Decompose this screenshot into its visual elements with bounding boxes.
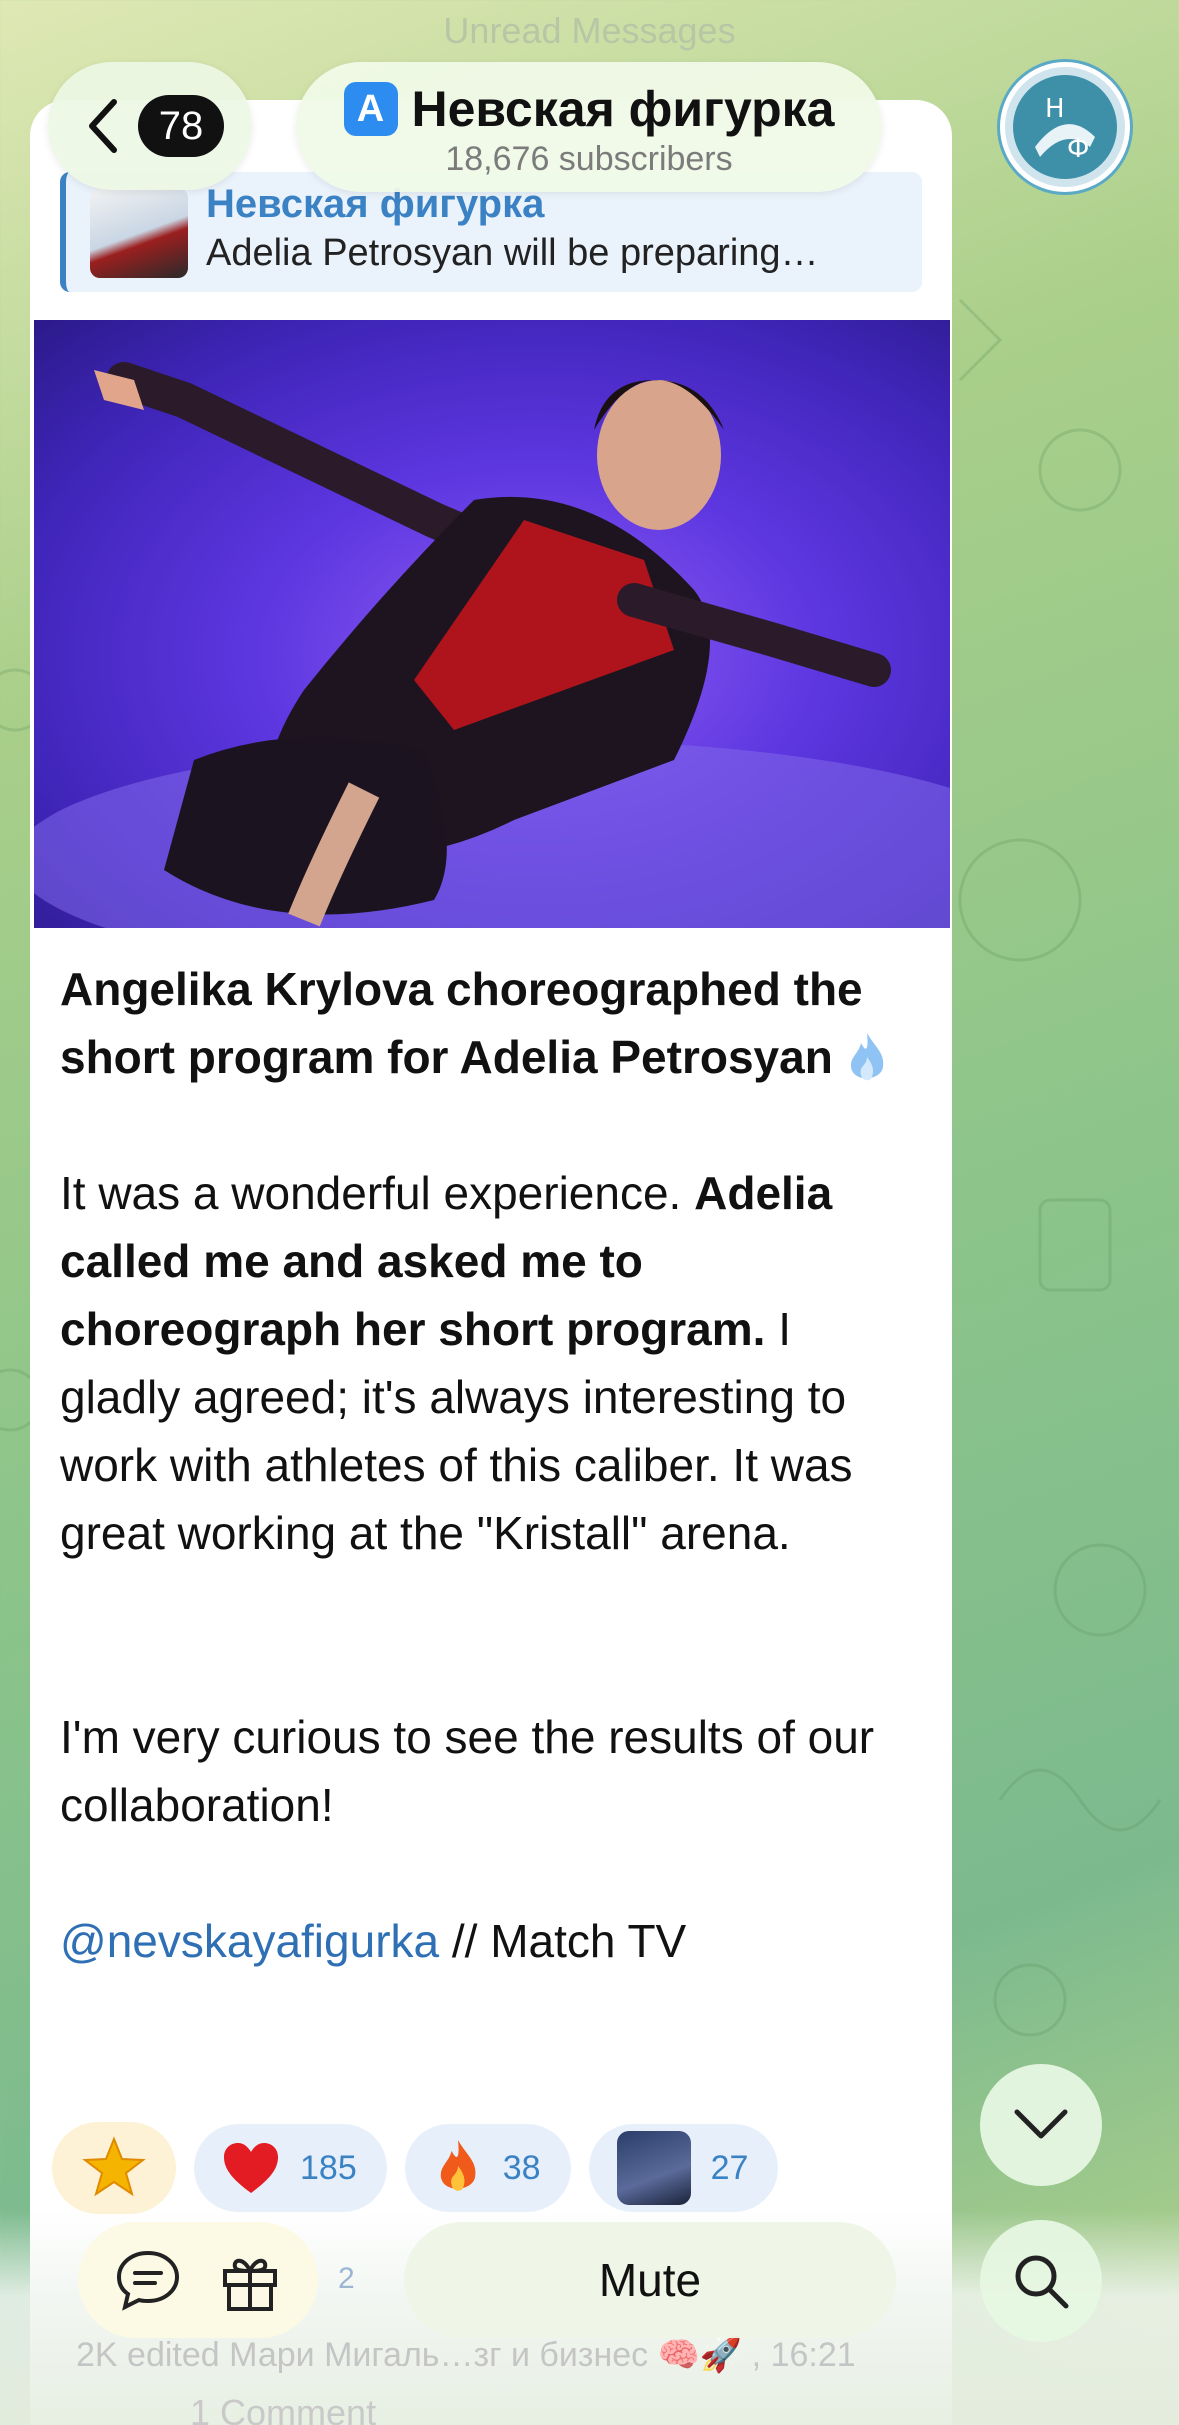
message-stats: 2K edited Мари Мигаль…зг и бизнес 🧠🚀 , 1…: [76, 2336, 856, 2374]
chevron-down-icon: [1014, 2109, 1068, 2139]
reply-text: Adelia Petrosyan will be preparing…: [206, 232, 819, 274]
star-icon: [82, 2136, 146, 2197]
fire-icon: [440, 2140, 476, 2191]
comment-icon[interactable]: [113, 2245, 183, 2315]
unread-badge: 78: [138, 95, 224, 157]
reaction-count: 38: [502, 2148, 541, 2187]
channel-header[interactable]: A Невская фигурка 18,676 subscribers: [296, 62, 882, 192]
star-reaction-button[interactable]: [52, 2122, 176, 2214]
photo-reaction: [616, 2131, 691, 2205]
fire-emoji-icon: [850, 1033, 884, 1081]
translate-icon: A: [343, 82, 398, 136]
post-photo[interactable]: [34, 320, 950, 928]
fire-reaction-button[interactable]: 38: [404, 2124, 571, 2212]
message-text: Angelika Krylova choreographed the short…: [60, 955, 920, 1975]
scroll-down-button[interactable]: [980, 2064, 1102, 2186]
mute-button[interactable]: Mute: [404, 2222, 896, 2338]
gift-icon[interactable]: [217, 2247, 283, 2313]
message-p1-a: It was a wonderful experience.: [60, 1167, 682, 1219]
reply-thumbnail: [90, 188, 188, 278]
channel-link[interactable]: @nevskayafigurka: [60, 1915, 439, 1967]
chevron-left-icon: [89, 99, 117, 153]
bottom-tools: [78, 2222, 318, 2338]
search-button[interactable]: [980, 2220, 1102, 2342]
background-title: Unread Messages: [443, 10, 736, 51]
back-button[interactable]: 78: [48, 62, 252, 190]
subscriber-count: 18,676 subscribers: [445, 140, 733, 178]
message-source-line: @nevskayafigurka // Match TV: [60, 1907, 920, 1975]
photo-reaction-button[interactable]: 27: [588, 2124, 779, 2212]
search-icon: [1015, 2255, 1069, 2309]
channel-avatar[interactable]: Н Ф: [1000, 62, 1130, 192]
message-p2: I'm very curious to see the results of o…: [60, 1711, 875, 1831]
comments-link[interactable]: 1 Comment: [190, 2392, 376, 2425]
message-headline: Angelika Krylova choreographed the short…: [60, 963, 863, 1083]
hidden-count: 2: [338, 2262, 355, 2295]
reaction-count: 185: [300, 2148, 357, 2187]
channel-name: Невская фигурка: [411, 81, 835, 137]
reactions-bar: 185 38 27: [52, 2122, 779, 2214]
reaction-count: 27: [710, 2148, 749, 2187]
svg-text:Ф: Ф: [1067, 134, 1089, 164]
source-text: // Match TV: [451, 1915, 687, 1967]
heart-reaction-button[interactable]: 185: [194, 2124, 387, 2212]
svg-text:Н: Н: [1045, 94, 1065, 124]
heart-icon: [224, 2143, 278, 2193]
